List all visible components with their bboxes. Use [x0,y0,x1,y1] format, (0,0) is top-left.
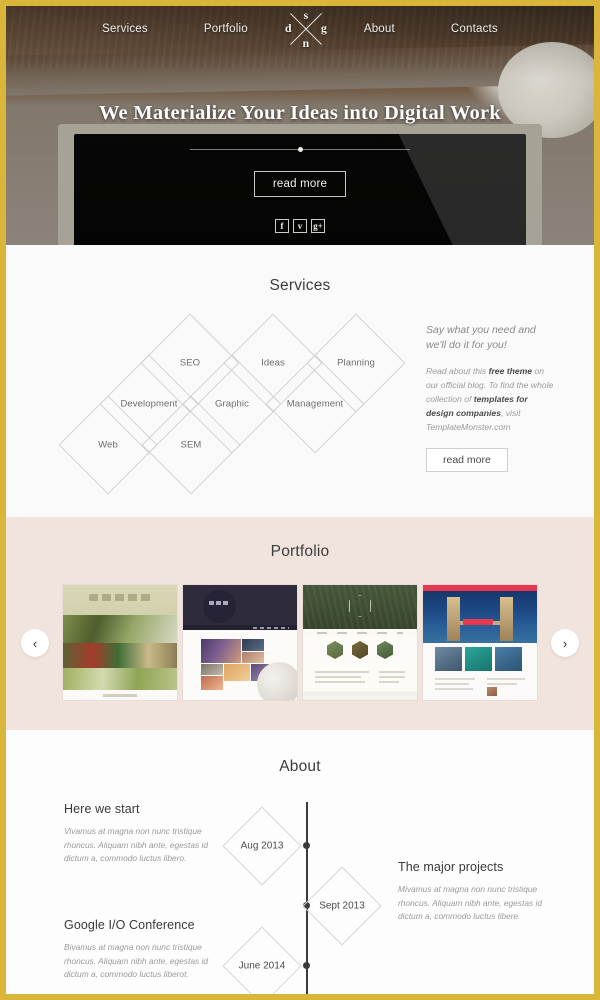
thumbnail-art [303,585,417,700]
nav-item-portfolio[interactable]: Portfolio [176,23,276,35]
nav-item-contacts[interactable]: Contacts [423,23,526,35]
service-label: Graphic [215,398,249,410]
service-label: SEM [180,439,202,451]
service-label: Ideas [261,357,285,369]
timeline-date-diamond: Aug 2013 [222,806,302,886]
services-copy-block: Say what you need and we'll do it for yo… [426,323,556,473]
service-label: Management [286,398,344,410]
slider-knob[interactable] [298,146,303,152]
logo-letter-right: g [320,21,327,35]
site-logo[interactable]: s d g n [284,7,328,51]
service-label: Web [98,439,118,451]
twitter-icon[interactable]: ᴠ [293,219,307,233]
timeline-heading: Google I/O Conference [64,918,195,932]
about-title: About [279,758,321,775]
nav-item-services[interactable]: Services [74,23,176,35]
portfolio-item-agency[interactable] [183,585,297,700]
logo-letter-left: d [284,21,292,35]
portfolio-item-restaurant[interactable] [63,585,177,700]
portfolio-item-travel[interactable] [423,585,537,700]
timeline-date-diamond: Sept 2013 [302,866,382,946]
services-diamond-grid: SEO Ideas Planning Development Graphic M… [58,313,406,495]
site-frame: Services Portfolio s d g n About Contact… [6,6,594,994]
services-body-text: Read about this free theme on our offici… [426,365,556,435]
services-body-part-1: Read about this [426,365,489,376]
thumbnail-art [63,585,177,700]
services-section: Services SEO Ideas Planning Development … [6,245,594,517]
service-label: SEO [179,357,201,369]
portfolio-title: Portfolio [270,543,330,560]
hero-social-links: f ᴠ g+ [6,219,594,233]
portfolio-carousel [6,585,594,700]
thumbnail-art [423,585,537,700]
thumbnail-art [183,585,297,700]
timeline-dot [303,962,310,969]
timeline-date-label: Aug 2013 [240,840,284,852]
timeline-heading: The major projects [398,860,504,874]
logo-letter-top: s [303,8,309,22]
services-lead-text: Say what you need and we'll do it for yo… [426,324,536,351]
portfolio-section: Portfolio ‹ › [6,517,594,730]
hero-section: Services Portfolio s d g n About Contact… [6,6,594,245]
service-label: Planning [337,357,375,369]
hero-title: We Materialize Your Ideas into Digital W… [98,102,502,124]
timeline-entry-here-we-start: Here we start Vivamus at magna non nunc … [64,802,210,866]
timeline-text: Mivamus at magna non nunc tristique rhon… [398,884,543,922]
timeline-entry-google-io: Google I/O Conference Bivamus at magna n… [64,918,210,982]
hero-slider[interactable] [190,145,410,155]
services-body-bold-1: free theme [488,365,533,376]
services-title: Services [269,277,331,294]
service-label: Development [120,398,178,410]
timeline-entry-major-projects: The major projects Mivamus at magna non … [398,860,544,924]
facebook-icon[interactable]: f [275,219,289,233]
logo-letter-bottom: n [302,36,310,50]
timeline-dot [303,842,310,849]
timeline-date-label: June 2014 [238,960,286,972]
services-read-more-button[interactable]: read more [426,448,508,473]
google-plus-icon[interactable]: g+ [311,219,325,233]
timeline-heading: Here we start [64,802,140,816]
nav-item-about[interactable]: About [336,23,423,35]
timeline-text: Bivamus at magna non nunc tristique rhon… [64,942,209,980]
timeline-date-label: Sept 2013 [319,900,365,912]
timeline-text: Vivamus at magna non nunc tristique rhon… [64,826,209,864]
about-section: About Aug 2013 Sept 2013 June 2014 Here … [6,730,594,994]
hero-read-more-button[interactable]: read more [253,171,347,197]
timeline-date-diamond: June 2014 [222,926,302,994]
portfolio-item-hexagon[interactable] [303,585,417,700]
main-navigation: Services Portfolio s d g n About Contact… [6,6,594,52]
